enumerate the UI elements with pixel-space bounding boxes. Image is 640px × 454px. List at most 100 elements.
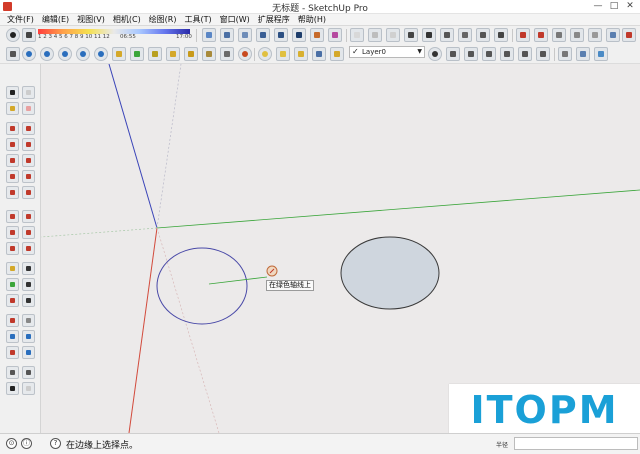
menu-tools[interactable]: 工具(T) (182, 14, 215, 25)
shadow-toggle-icon[interactable] (22, 28, 36, 42)
menu-extensions[interactable]: 扩展程序 (255, 14, 293, 25)
section-plane-icon[interactable] (22, 382, 35, 395)
layer-manager-icon[interactable] (428, 47, 442, 61)
previous-view-icon[interactable] (22, 346, 35, 359)
fog-icon[interactable] (350, 28, 364, 42)
intersect-icon[interactable] (622, 28, 636, 42)
orbit-icon[interactable] (6, 314, 19, 327)
perspective-icon[interactable] (594, 47, 608, 61)
rt-tool-icon[interactable] (58, 47, 72, 61)
menu-view[interactable]: 视图(V) (74, 14, 108, 25)
axes-icon[interactable] (558, 47, 572, 61)
zoom-extents-icon[interactable] (6, 346, 19, 359)
wireframe-icon[interactable] (256, 28, 270, 42)
view-right-icon[interactable] (482, 47, 496, 61)
eraser-icon[interactable] (22, 86, 35, 99)
sky-icon[interactable] (386, 28, 400, 42)
r-tool-icon[interactable] (40, 47, 54, 61)
monochrome-icon[interactable] (328, 28, 342, 42)
pan-icon[interactable] (22, 314, 35, 327)
push-pull-icon[interactable] (22, 210, 35, 223)
follow-me-icon[interactable] (22, 226, 35, 239)
three-point-arc-icon[interactable] (6, 186, 19, 199)
sun-icon[interactable] (258, 47, 272, 61)
menu-window[interactable]: 窗口(W) (217, 14, 253, 25)
circle-icon[interactable] (6, 154, 19, 167)
look-around-icon[interactable] (22, 366, 35, 379)
walk-icon[interactable] (6, 382, 19, 395)
rectangle-icon[interactable] (6, 138, 19, 151)
rotated-rectangle-icon[interactable] (22, 138, 35, 151)
minimize-button[interactable]: — (590, 0, 606, 13)
tape-measure-icon[interactable] (6, 262, 19, 275)
shaded-texture-icon[interactable] (310, 28, 324, 42)
info-icon[interactable] (22, 47, 36, 61)
offset-icon[interactable] (22, 242, 35, 255)
plugin-icon[interactable] (112, 47, 126, 61)
front-view-icon[interactable] (458, 28, 472, 42)
components-icon[interactable] (404, 28, 418, 42)
section-plane-icon[interactable] (552, 28, 566, 42)
protractor-icon[interactable] (6, 278, 19, 291)
right-view-icon[interactable] (476, 28, 490, 42)
geo-location-icon[interactable]: ⊙ (6, 438, 17, 449)
eraser-icon[interactable] (6, 47, 20, 61)
cloud-icon[interactable] (368, 28, 382, 42)
dimension-icon[interactable] (22, 262, 35, 275)
home-icon[interactable] (440, 28, 454, 42)
freehand-icon[interactable] (22, 122, 35, 135)
shaded-icon[interactable] (292, 28, 306, 42)
position-camera-icon[interactable] (6, 366, 19, 379)
render-icon[interactable] (312, 47, 326, 61)
push-pull-icon[interactable] (534, 28, 548, 42)
polygon-icon[interactable] (22, 154, 35, 167)
back-view-icon[interactable] (494, 28, 508, 42)
measurement-input[interactable] (514, 437, 638, 450)
outer-shell-icon[interactable] (606, 28, 620, 42)
zoom-window-icon[interactable] (22, 330, 35, 343)
ts-tool-icon[interactable] (94, 47, 108, 61)
close-button[interactable]: ✕ (622, 0, 638, 13)
orbit-view-icon[interactable] (576, 47, 590, 61)
rotate-icon[interactable] (6, 226, 19, 239)
section-fill-icon[interactable] (588, 28, 602, 42)
menu-draw[interactable]: 绘图(R) (146, 14, 180, 25)
move-icon[interactable] (6, 210, 19, 223)
view-left-icon[interactable] (518, 47, 532, 61)
warehouse-icon[interactable] (422, 28, 436, 42)
paint-bucket-icon[interactable] (6, 102, 19, 115)
3d-text-icon[interactable] (22, 294, 35, 307)
iso-view-icon[interactable] (202, 28, 216, 42)
zoom-icon[interactable] (6, 330, 19, 343)
view-front-icon[interactable] (464, 47, 478, 61)
hidden-line-icon[interactable] (274, 28, 288, 42)
section-display-icon[interactable] (570, 28, 584, 42)
back-edges-icon[interactable] (238, 28, 252, 42)
filled-circle[interactable] (340, 236, 440, 310)
ps-tool-icon[interactable] (76, 47, 90, 61)
arc-icon[interactable] (6, 170, 19, 183)
view-back-icon[interactable] (500, 47, 514, 61)
color-wheel-icon[interactable] (238, 47, 252, 61)
two-point-arc-icon[interactable] (22, 186, 35, 199)
text-icon[interactable] (22, 278, 35, 291)
scale-icon[interactable] (6, 242, 19, 255)
maximize-button[interactable]: □ (606, 0, 622, 13)
xray-icon[interactable] (220, 28, 234, 42)
plugin-icon[interactable] (220, 47, 234, 61)
menu-camera[interactable]: 相机(C) (110, 14, 144, 25)
spot-light-icon[interactable] (294, 47, 308, 61)
select-arrow-icon[interactable] (6, 86, 19, 99)
menu-edit[interactable]: 编辑(E) (39, 14, 72, 25)
plugin-icon[interactable] (148, 47, 162, 61)
view-bottom-icon[interactable] (536, 47, 550, 61)
eraser-pink-icon[interactable] (22, 102, 35, 115)
layer-dropdown[interactable]: ✓ Layer0 ▼ (349, 46, 425, 58)
plugin-icon[interactable] (202, 47, 216, 61)
info-icon[interactable]: ⓘ (21, 438, 32, 449)
pie-icon[interactable] (22, 170, 35, 183)
pencil-icon[interactable] (6, 122, 19, 135)
view-top-icon[interactable] (446, 47, 460, 61)
plugin-icon[interactable] (184, 47, 198, 61)
menu-help[interactable]: 帮助(H) (295, 14, 329, 25)
